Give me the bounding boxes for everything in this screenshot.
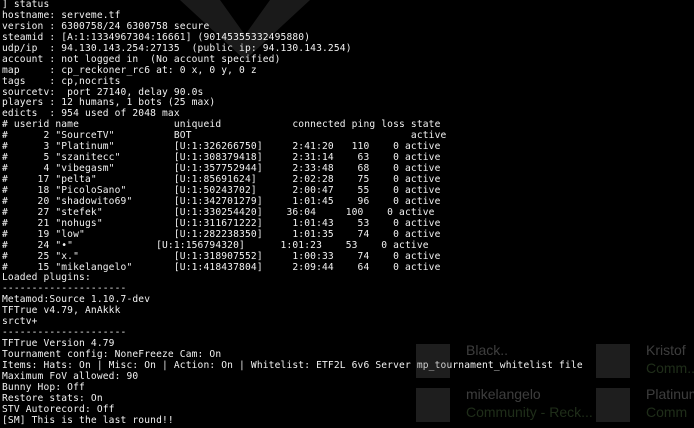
friend-status: Community - Reck... bbox=[466, 404, 593, 420]
friend-name: Black.. bbox=[466, 342, 509, 358]
friend-entry[interactable]: Kristof Comm... bbox=[596, 342, 694, 382]
avatar bbox=[596, 388, 630, 422]
friend-name: Platinum bbox=[646, 386, 694, 402]
friend-status: Comm bbox=[646, 404, 688, 420]
console-line: TFTrue v4.79, AnAkkk bbox=[2, 305, 121, 317]
console-line: account : not logged in (No account spec… bbox=[2, 53, 281, 65]
friend-status: Comm... bbox=[646, 360, 694, 376]
console-line: # 25 "x." [U:1:318907552] 1:00:33 74 0 a… bbox=[2, 250, 441, 262]
friend-name: mikelangelo bbox=[466, 386, 541, 402]
console-line: # 19 "low" [U:1:282238350] 1:01:35 74 0 … bbox=[2, 228, 441, 240]
friend-entry[interactable]: Black.. bbox=[416, 342, 566, 382]
friend-entry[interactable]: Platinum Comm bbox=[596, 386, 694, 426]
friend-entry[interactable]: mikelangelo Community - Reck... bbox=[416, 386, 593, 426]
friend-name: Kristof bbox=[646, 342, 686, 358]
console-line: map : cp_reckoner_rc6 at: 0 x, 0 y, 0 z bbox=[2, 64, 257, 76]
avatar bbox=[596, 344, 630, 378]
console-line: tags : cp,nocrits bbox=[2, 75, 121, 87]
console-line: # 24 "•" [U:1:156794320] 1:01:23 53 0 ac… bbox=[2, 239, 429, 251]
avatar bbox=[416, 344, 450, 378]
avatar bbox=[416, 388, 450, 422]
friends-overlay: Black.. Kristof Comm... mikelangelo Comm… bbox=[412, 342, 694, 428]
